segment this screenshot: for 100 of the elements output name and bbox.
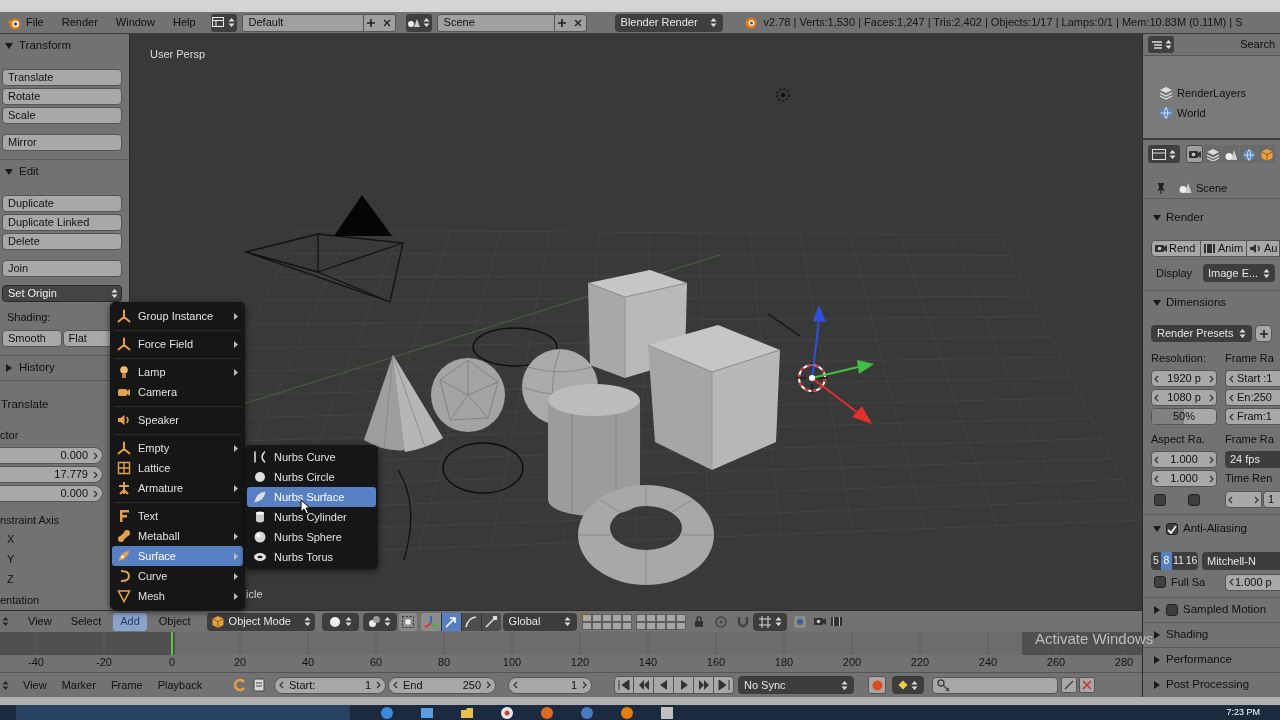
menu-item[interactable]: Lamp [112,362,243,382]
torus-mesh[interactable] [577,484,715,586]
delete-key-icon[interactable] [1079,677,1095,693]
render-engine-dropdown[interactable]: Blender Render [614,13,723,32]
menu-item[interactable]: Nurbs Sphere [247,527,376,547]
circle-app-icon[interactable] [580,705,594,720]
layer-buttons[interactable] [581,613,686,630]
square-app-icon[interactable] [420,705,434,720]
context-tab[interactable] [1186,145,1203,163]
start-frame-field[interactable]: Start: 1 [274,676,386,694]
number-field[interactable]: Fram:1 [1225,408,1280,425]
cube-mesh[interactable] [647,325,781,471]
menu-item[interactable]: Curve [112,566,243,586]
triangle-right-icon[interactable] [1154,681,1160,689]
folder-icon[interactable] [460,705,474,720]
menu-item[interactable]: Add [113,612,147,631]
chevron-left-icon[interactable] [279,681,284,689]
editor-dropdown[interactable] [1148,145,1180,163]
chevron-left-icon[interactable] [1154,374,1159,383]
tool-toggle[interactable] [480,612,501,631]
menu-item[interactable]: Text [112,506,243,526]
triangle-right-icon[interactable] [1154,631,1160,639]
checkbox[interactable] [1166,604,1178,616]
chevron-right-icon[interactable] [1254,495,1259,504]
shelf-button[interactable]: Scale [2,107,122,124]
number-field[interactable] [1225,491,1262,508]
toggle-button[interactable] [398,612,417,631]
checkbox[interactable] [1154,493,1166,506]
sync-dropdown[interactable]: No Sync [738,676,854,694]
outliner-item[interactable]: RenderLayers [1143,83,1280,103]
menu-item[interactable]: Group Instance [112,306,243,326]
dropdown[interactable]: Set Origin [2,285,122,302]
sample-button[interactable]: 11 [1172,552,1185,570]
menu-item[interactable]: Select [63,612,109,631]
triangle-right-icon[interactable] [1154,656,1160,664]
playback-button[interactable] [674,676,694,694]
checkbox[interactable] [1188,493,1200,506]
triangle-down-icon[interactable] [5,43,13,49]
manipulator-toggle[interactable] [420,612,441,631]
chevron-left-icon[interactable] [1154,393,1159,402]
number-field[interactable]: 1 [1263,491,1280,508]
chevron-left-icon[interactable] [1229,578,1234,586]
render-button[interactable]: Anim [1201,240,1247,257]
render-button[interactable]: Au [1247,240,1280,257]
shading-dropdown[interactable] [321,612,359,631]
context-tab[interactable] [1222,145,1239,163]
triangle-down-icon[interactable] [5,169,13,175]
shelf-button[interactable]: Join [2,260,122,277]
page-icon[interactable] [252,678,266,692]
editor-dropdown[interactable] [405,13,432,32]
layout-name-field[interactable]: Default [241,13,364,32]
checkbox[interactable] [1154,576,1166,588]
close-icon[interactable] [381,17,392,28]
chevron-right-icon[interactable] [1209,374,1214,383]
updown-arrows-icon[interactable] [2,679,9,691]
context-tab[interactable] [1240,145,1257,163]
menu-item[interactable]: Camera [112,382,243,402]
chevron-left-icon[interactable] [513,681,518,689]
chevron-right-icon[interactable] [93,489,98,498]
shelf-button[interactable]: Duplicate Linked [2,214,122,231]
number-field[interactable]: 1.000 [1151,451,1217,468]
search-field[interactable] [16,705,350,720]
chevron-left-icon[interactable] [1228,495,1233,504]
tool-toggle[interactable] [460,612,481,631]
menu-item[interactable]: Nurbs Curve [247,447,376,467]
frame-rate-dropdown[interactable]: 24 fps [1225,451,1280,468]
number-field[interactable]: 1.000 p [1225,573,1280,591]
icosphere-mesh[interactable] [431,358,505,432]
playback-button[interactable] [654,676,674,694]
orientation-dropdown[interactable]: Global [502,612,577,631]
menu-item[interactable]: Object [151,612,198,631]
circle-app-icon[interactable] [620,705,634,720]
tool-toggle[interactable] [440,612,461,631]
chevron-right-icon[interactable] [1209,455,1214,464]
end-frame-field[interactable]: End 250 [388,676,496,694]
chevron-left-icon[interactable] [1154,474,1159,483]
menu-item[interactable]: Help [169,13,199,32]
chevron-left-icon[interactable] [1229,393,1234,402]
circle-app-icon[interactable] [380,705,394,720]
plus-icon[interactable] [557,17,568,28]
number-field[interactable]: 1080 p [1151,389,1217,406]
transform-gizmo[interactable] [809,305,874,424]
chevron-right-icon[interactable] [93,451,98,460]
shelf-button[interactable]: Delete [2,233,122,250]
menu-item[interactable]: Metaball [112,526,243,546]
menu-item[interactable]: Frame [104,676,149,694]
chevron-left-icon[interactable] [393,681,398,689]
editor-dropdown[interactable] [1148,36,1174,53]
circle-app-icon[interactable] [540,705,554,720]
plus-icon[interactable] [366,17,377,28]
ring-app-icon[interactable] [500,705,514,720]
menu-item[interactable]: Render [58,13,101,32]
number-field[interactable]: 1920 p [1151,370,1217,387]
shelf-button[interactable]: Translate [2,69,122,86]
scene-name-field[interactable]: Scene [436,13,555,32]
sample-button[interactable]: 16 [1185,552,1198,570]
menu-item[interactable]: Surface [112,546,243,566]
display-dropdown[interactable]: Image E... [1203,264,1275,282]
shelf-button[interactable]: Mirror [2,134,122,151]
shelf-button[interactable]: Rotate [2,88,122,105]
